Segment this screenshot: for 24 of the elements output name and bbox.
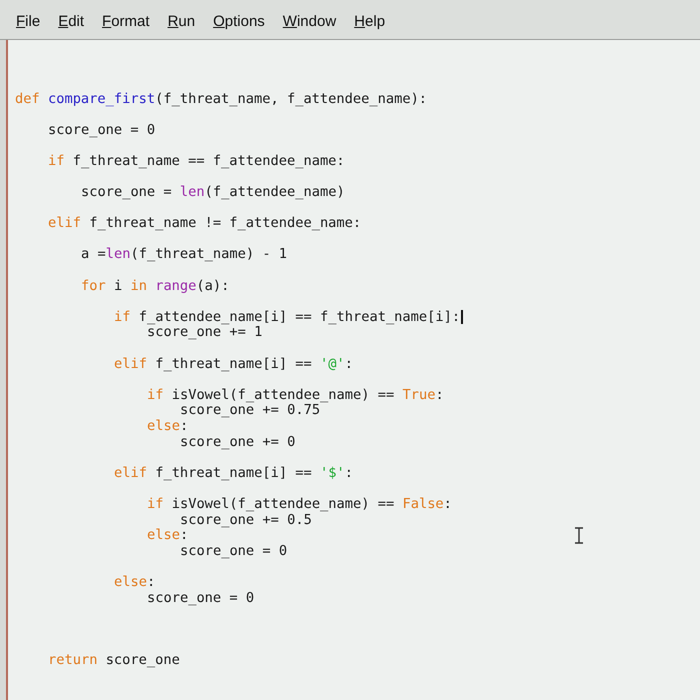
menu-item[interactable]: Help [354,10,386,33]
code-line: elif f_threat_name[i] == '$': [114,464,354,483]
menu-item[interactable]: Edit [58,10,84,33]
code-line: return score_one [48,650,180,670]
code-editor[interactable] [8,40,700,700]
code-line: elif f_threat_name[i] == '@': [114,354,354,374]
menu-item[interactable]: Format [102,10,150,33]
code-line: score_one += 1 [147,324,262,342]
menu-item[interactable]: File [16,10,40,33]
code-line: if isVowel(f_attendee_name) == True: [147,386,444,404]
code-line: score_one = 0 [48,120,156,140]
code-line: elif f_threat_name != f_attendee_name: [48,214,362,234]
menu-item[interactable]: Options [213,10,265,33]
code-line: for i in range(a): [81,276,230,296]
code-line: score_one = len(f_attendee_name) [81,183,345,202]
menu-item[interactable]: Run [168,10,196,33]
code-line: score_one += 0.5 [180,512,312,530]
code-line: a =len(f_threat_name) - 1 [81,245,288,264]
code-line: if f_threat_name == f_attendee_name: [48,152,345,171]
code-line: def compare_first(f_threat_name, f_attendee_name): [15,90,428,109]
code-line: if isVowel(f_attendee_name) == False: [147,494,452,514]
code-line: score_one += 0.75 [180,402,320,420]
menu-item[interactable]: Window [282,10,336,33]
code-line: if f_attendee_name[i] == f_threat_name[i]: [114,308,460,326]
